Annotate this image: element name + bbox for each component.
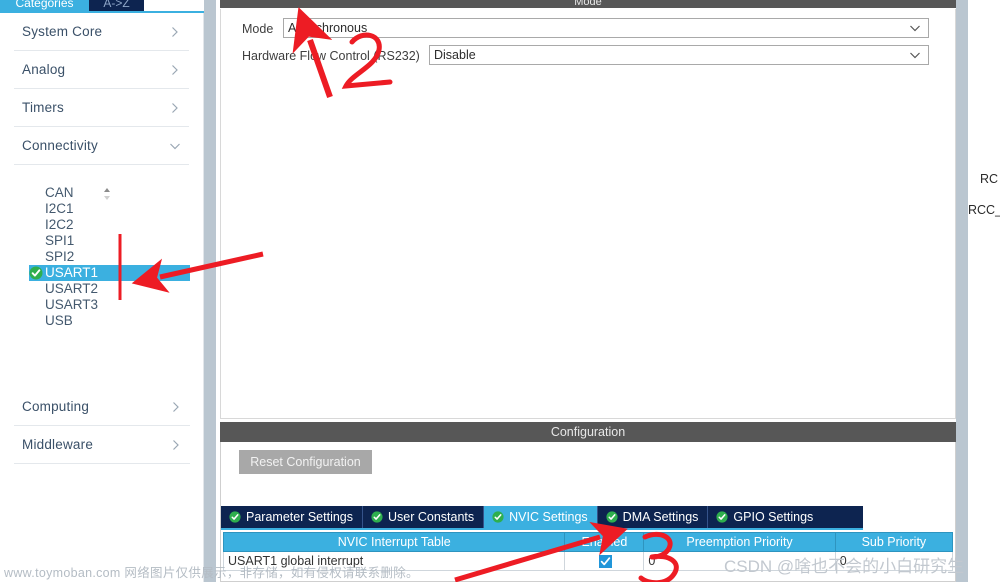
- mode-panel-title: Mode: [220, 0, 956, 8]
- green-check-icon: [716, 511, 728, 523]
- chevron-right-icon: [169, 26, 181, 38]
- sidebar-item-system-core[interactable]: System Core: [14, 13, 189, 51]
- list-item-spi2[interactable]: SPI2: [29, 249, 190, 265]
- green-check-icon: [229, 511, 241, 523]
- hardware-flow-control-select[interactable]: Disable: [429, 45, 929, 65]
- chevron-down-icon: [909, 49, 921, 61]
- list-item-usart1[interactable]: USART1: [29, 265, 190, 281]
- rcc-clipped-label-1: RC: [980, 172, 999, 186]
- sidebar-item-analog[interactable]: Analog: [14, 51, 189, 89]
- peripheral-label: USART2: [45, 281, 99, 296]
- green-check-icon: [29, 266, 43, 280]
- tab-label: NVIC Settings: [509, 510, 588, 524]
- chevron-right-icon: [169, 102, 181, 114]
- tab-a-to-z[interactable]: A->Z: [89, 0, 144, 11]
- tab-parameter-settings[interactable]: Parameter Settings: [221, 506, 363, 528]
- main-content-area: Mode Mode Asynchronous Hardware Flow Con…: [216, 0, 956, 582]
- peripheral-label: SPI2: [45, 249, 75, 264]
- peripheral-label: USB: [45, 313, 73, 328]
- tab-bar-filler: [144, 0, 204, 11]
- column-header-preemption-priority[interactable]: Preemption Priority: [643, 532, 836, 552]
- peripheral-label: I2C1: [45, 201, 74, 216]
- peripheral-label: USART3: [45, 297, 99, 312]
- sidebar-tab-bar: Categories A->Z: [0, 0, 204, 13]
- table-header-row: NVIC Interrupt Table Enabled Preemption …: [222, 532, 954, 552]
- peripheral-label: CAN: [45, 185, 74, 200]
- tab-gpio-settings[interactable]: GPIO Settings: [708, 506, 823, 528]
- hardware-flow-control-label: Hardware Flow Control (RS232): [242, 49, 420, 63]
- peripheral-label: I2C2: [45, 217, 74, 232]
- configuration-panel-title: Configuration: [220, 422, 956, 442]
- sidebar-item-timers[interactable]: Timers: [14, 89, 189, 127]
- sidebar-item-connectivity[interactable]: Connectivity: [14, 127, 189, 165]
- list-item-usart3[interactable]: USART3: [29, 297, 190, 313]
- green-check-icon: [492, 511, 504, 523]
- tab-label: GPIO Settings: [733, 510, 814, 524]
- sidebar-item-label: Computing: [22, 399, 90, 414]
- tab-user-constants[interactable]: User Constants: [363, 506, 485, 528]
- sidebar-item-label: System Core: [22, 24, 103, 39]
- tab-label: User Constants: [388, 510, 475, 524]
- chevron-right-icon: [170, 439, 182, 451]
- list-item-i2c2[interactable]: I2C2: [29, 217, 190, 233]
- enabled-cell[interactable]: [564, 551, 645, 571]
- column-header-enabled[interactable]: Enabled: [564, 532, 645, 552]
- enabled-checkbox[interactable]: [599, 555, 613, 569]
- mode-select[interactable]: Asynchronous: [283, 18, 929, 38]
- tab-active-underline: [221, 528, 863, 530]
- list-item-usb[interactable]: USB: [29, 313, 190, 329]
- panel-divider-left[interactable]: [204, 0, 216, 582]
- hardware-flow-control-value: Disable: [434, 48, 476, 62]
- watermark-left: www.toymoban.com 网络图片仅供展示，非存储，如有侵权请联系删除。: [4, 566, 419, 580]
- list-item-can[interactable]: CAN: [29, 185, 190, 201]
- rcc-clipped-panel: RC RCC_: [968, 0, 1000, 582]
- sidebar-item-middleware[interactable]: Middleware: [14, 426, 190, 464]
- sidebar-item-label: Connectivity: [22, 138, 98, 153]
- category-list: System Core Analog Timers Connectivity C…: [0, 13, 204, 582]
- tab-nvic-settings[interactable]: NVIC Settings: [484, 506, 598, 528]
- column-header-interrupt[interactable]: NVIC Interrupt Table: [222, 532, 566, 552]
- list-item-usart2[interactable]: USART2: [29, 281, 190, 297]
- column-header-sub-priority[interactable]: Sub Priority: [834, 532, 954, 552]
- tab-categories[interactable]: Categories: [0, 0, 89, 11]
- tab-dma-settings[interactable]: DMA Settings: [597, 506, 709, 528]
- chevron-down-icon: [169, 140, 181, 152]
- hw-flow-row: Hardware Flow Control (RS232): [242, 46, 420, 66]
- peripheral-label: SPI1: [45, 233, 75, 248]
- list-item-spi1[interactable]: SPI1: [29, 233, 190, 249]
- chevron-right-icon: [169, 64, 181, 76]
- panel-divider-right[interactable]: [956, 0, 968, 582]
- peripheral-list: CAN I2C1 I2C2 SPI1 SPI2 USART1 USART2 US…: [0, 185, 204, 400]
- mode-label: Mode: [242, 22, 274, 36]
- chevron-right-icon: [170, 401, 182, 413]
- chevron-down-icon: [909, 22, 921, 34]
- reset-configuration-button[interactable]: Reset Configuration: [239, 450, 372, 474]
- application-window: Categories A->Z System Core Analog Timer…: [0, 0, 1000, 582]
- tab-label: DMA Settings: [622, 510, 699, 524]
- green-check-icon: [371, 511, 383, 523]
- green-check-icon: [606, 511, 618, 523]
- mode-row: Mode: [242, 19, 273, 39]
- peripheral-label: USART1: [45, 265, 99, 280]
- mode-select-value: Asynchronous: [288, 21, 368, 35]
- rcc-clipped-label-2: RCC_: [968, 203, 1000, 217]
- watermark-right: CSDN @啥也不会的小白研究生: [724, 557, 965, 576]
- tab-label: Parameter Settings: [246, 510, 353, 524]
- sidebar-item-label: Timers: [22, 100, 64, 115]
- configuration-tab-strip: Parameter Settings User Constants NVIC S…: [221, 506, 863, 528]
- list-item-i2c1[interactable]: I2C1: [29, 201, 190, 217]
- sidebar-item-label: Analog: [22, 62, 66, 77]
- sidebar-item-computing[interactable]: Computing: [14, 388, 190, 426]
- categories-sidebar: Categories A->Z System Core Analog Timer…: [0, 0, 204, 582]
- mode-panel-body: Mode Asynchronous Hardware Flow Control …: [220, 9, 956, 419]
- sidebar-item-label: Middleware: [22, 437, 94, 452]
